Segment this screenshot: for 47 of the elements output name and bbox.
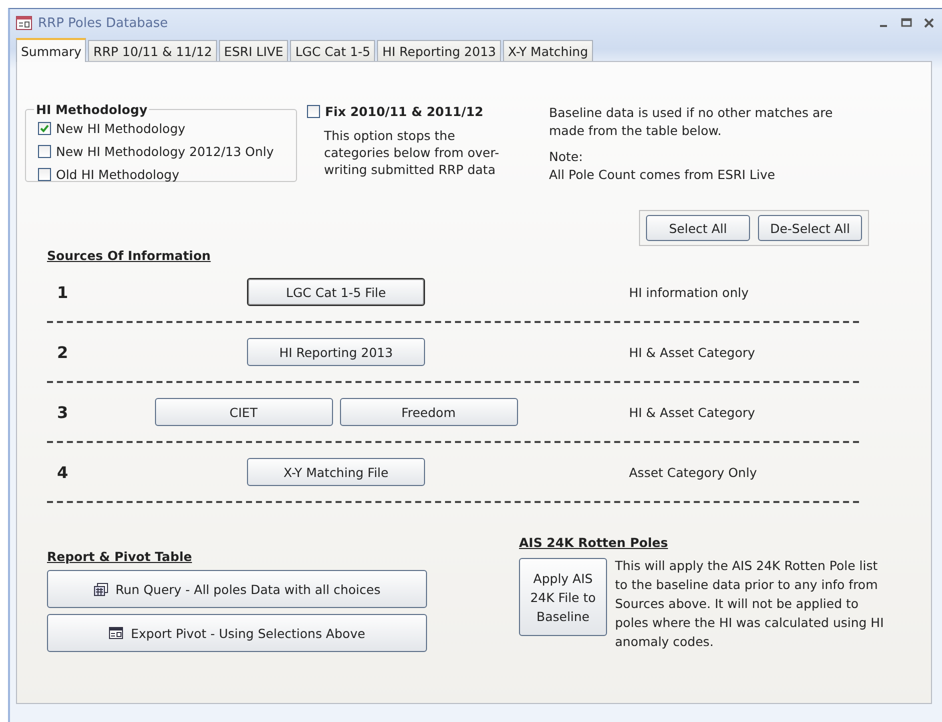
group-title: HI Methodology bbox=[35, 102, 148, 117]
baseline-note: Baseline data is used if no other matches are made from the table below. bbox=[549, 104, 834, 140]
maximize-icon[interactable] bbox=[901, 18, 912, 28]
checkbox[interactable] bbox=[38, 168, 51, 181]
apply-button[interactable]: Apply AIS 24K File to Baseline bbox=[519, 558, 607, 636]
source-button[interactable]: HI Reporting 2013 bbox=[247, 338, 425, 366]
note-text: All Pole Count comes from ESRI Live bbox=[549, 166, 776, 184]
source-description: Asset Category Only bbox=[629, 464, 757, 480]
source-button[interactable]: LGC Cat 1-5 File bbox=[247, 278, 425, 306]
source-number: 3 bbox=[57, 402, 69, 422]
option-description: This option stops the categories below from over-writing submitted RRP data bbox=[324, 127, 500, 178]
checkbox-label: New HI Methodology bbox=[56, 121, 186, 136]
section-heading: AIS 24K Rotten Poles bbox=[519, 535, 669, 550]
tab[interactable]: HI Reporting 2013 bbox=[377, 40, 501, 61]
select-button[interactable]: Select All bbox=[646, 215, 750, 241]
tab[interactable]: LGC Cat 1-5 bbox=[290, 40, 376, 61]
tab[interactable]: X-Y Matching bbox=[502, 40, 594, 61]
source-number: 4 bbox=[57, 462, 69, 482]
form-icon bbox=[16, 16, 32, 30]
checkbox-label: Fix 2010/11 & 2011/12 bbox=[325, 104, 484, 119]
form-icon bbox=[108, 627, 123, 639]
checkbox-label: New HI Methodology 2012/13 Only bbox=[56, 144, 274, 159]
source-number: 1 bbox=[57, 282, 69, 302]
source-description: HI information only bbox=[629, 284, 749, 300]
report-button[interactable]: Export Pivot - Using Selections Above bbox=[47, 614, 427, 652]
select-button[interactable]: De-Select All bbox=[758, 215, 862, 241]
window-title: RRP Poles Database bbox=[38, 16, 168, 30]
tab[interactable]: Summary bbox=[16, 38, 86, 62]
tab[interactable]: ESRI LIVE bbox=[219, 40, 288, 61]
section-heading: Sources Of Information bbox=[47, 248, 212, 263]
source-button[interactable]: Freedom bbox=[340, 398, 518, 426]
checkbox-label: Old HI Methodology bbox=[56, 167, 180, 182]
source-button[interactable]: CIET bbox=[154, 398, 332, 426]
checkbox[interactable] bbox=[38, 145, 51, 158]
close-icon[interactable] bbox=[924, 18, 934, 28]
query-icon bbox=[94, 582, 108, 596]
tab[interactable]: RRP 10/11 & 11/12 bbox=[88, 40, 218, 61]
checkbox[interactable] bbox=[307, 105, 320, 118]
source-description: HI & Asset Category bbox=[629, 344, 756, 360]
source-number: 2 bbox=[57, 342, 69, 362]
note-title: Note: bbox=[549, 148, 584, 166]
ais-description: This will apply the AIS 24K Rotten Pole list to the baseline data prior to any info from Sources above. It will not be applied to poles where the HI was calculated using HI anomaly codes. bbox=[615, 557, 885, 651]
source-button[interactable]: X-Y Matching File bbox=[247, 458, 425, 486]
checkbox[interactable] bbox=[38, 122, 51, 135]
report-button[interactable]: Run Query - All poles Data with all choices bbox=[47, 570, 427, 608]
section-heading: Report & Pivot Table bbox=[47, 549, 193, 564]
source-description: HI & Asset Category bbox=[629, 404, 756, 420]
